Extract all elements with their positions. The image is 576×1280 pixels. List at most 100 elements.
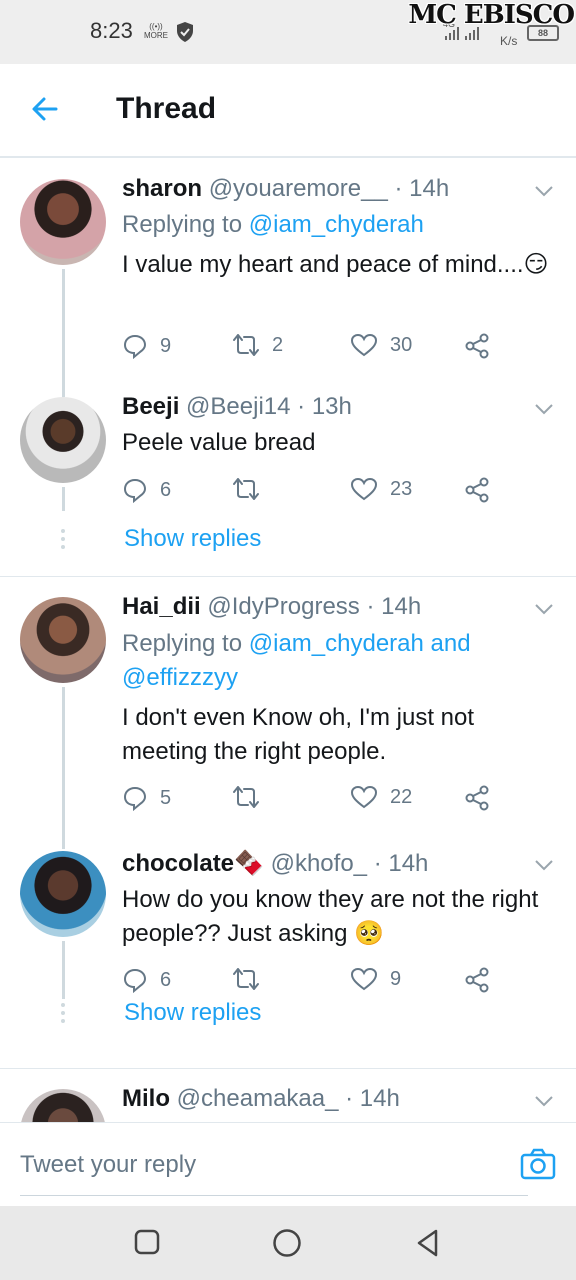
show-replies-link[interactable]: Show replies (124, 999, 261, 1027)
app-bar: Thread (0, 64, 576, 157)
avatar[interactable] (20, 597, 106, 683)
replying-to: Replying to @iam_chyderah and @effizzzyy (122, 627, 552, 695)
thread-dots (61, 1003, 65, 1027)
divider (0, 1068, 576, 1069)
status-time: 8:23 (90, 18, 133, 43)
share-button[interactable] (464, 333, 502, 359)
avatar[interactable] (20, 179, 106, 265)
tweet-time: · 14h (366, 593, 422, 620)
reply-icon (123, 968, 147, 993)
tweet-time: · 13h (297, 393, 352, 420)
author-name[interactable]: chocolate🍫 (122, 850, 264, 877)
avatar[interactable] (20, 397, 106, 483)
tweet-text: Peele value bread (122, 429, 316, 456)
tweet-header: Milo @cheamakaa_ · 14h (122, 1085, 400, 1113)
author-name[interactable]: sharon (122, 175, 202, 202)
like-icon (350, 967, 378, 991)
share-button[interactable] (464, 967, 502, 993)
system-nav-bar (0, 1206, 576, 1280)
thread-feed[interactable]: sharon @youaremore__ · 14h Replying to @… (0, 157, 576, 1122)
author-handle[interactable]: @cheamakaa_ (177, 1085, 339, 1112)
reply-input[interactable]: Tweet your reply (20, 1151, 196, 1179)
like-icon (350, 333, 378, 357)
hotspot-icon: ((•)) MORE (144, 22, 168, 40)
reply-button[interactable]: 6 (122, 477, 171, 503)
chevron-down-icon[interactable] (534, 184, 554, 198)
like-count: 23 (390, 477, 413, 500)
reply-button[interactable]: 5 (122, 785, 171, 811)
author-handle[interactable]: @youaremore__ (209, 175, 388, 202)
tweet-actions: 9 2 30 (122, 333, 502, 363)
avatar[interactable] (20, 1089, 106, 1122)
author-name[interactable]: Beeji (122, 393, 179, 420)
thread-line (62, 941, 65, 999)
reply-button[interactable]: 6 (122, 967, 171, 993)
retweet-button[interactable]: 2 (232, 333, 283, 357)
thread-dots (61, 529, 65, 553)
triangle-back-nav-icon[interactable] (414, 1228, 442, 1258)
reply-count: 9 (160, 334, 172, 357)
tweet-text: I don't even Know oh, I'm just not meeti… (122, 704, 475, 765)
retweet-icon (233, 786, 259, 808)
author-handle[interactable]: @khofo_ (271, 850, 367, 877)
show-replies-link[interactable]: Show replies (124, 525, 261, 553)
reply-composer[interactable]: Tweet your reply (0, 1122, 576, 1207)
tweet-actions: 6 23 (122, 477, 502, 507)
like-icon (350, 785, 378, 809)
replying-prefix: Replying to (122, 630, 249, 657)
share-icon (465, 477, 489, 503)
reply-button[interactable]: 9 (122, 333, 171, 359)
reply-icon (123, 478, 147, 503)
tweet-header: sharon @youaremore__ · 14h (122, 175, 449, 203)
reply-icon (123, 334, 147, 359)
square-nav-icon[interactable] (133, 1228, 161, 1256)
speed-unit: K/s (500, 34, 518, 48)
tweet-header: Beeji @Beeji14 · 13h (122, 393, 352, 421)
like-button[interactable]: 23 (350, 477, 412, 501)
share-button[interactable] (464, 477, 502, 503)
like-button[interactable]: 22 (350, 785, 412, 809)
replying-to: Replying to @iam_chyderah (122, 208, 424, 242)
tweet-time: · 14h (345, 1085, 400, 1112)
avatar[interactable] (20, 851, 106, 937)
watermark: MC EBISCO (408, 0, 575, 30)
tweet-text: How do you know they are not the right p… (122, 886, 539, 947)
mention-link[interactable]: @iam_chyderah and (249, 630, 471, 657)
chevron-down-icon[interactable] (534, 602, 554, 616)
reply-underline (20, 1195, 528, 1196)
retweet-icon (233, 968, 259, 990)
retweet-button[interactable] (232, 477, 272, 501)
thread-line (62, 687, 65, 849)
mention-link[interactable]: @iam_chyderah (249, 211, 424, 238)
share-icon (465, 333, 489, 359)
share-icon (465, 967, 489, 993)
retweet-button[interactable] (232, 785, 272, 809)
mention-link-2[interactable]: @effizzzyy (122, 664, 238, 691)
author-name[interactable]: Milo (122, 1085, 170, 1112)
like-button[interactable]: 9 (350, 967, 401, 991)
circle-nav-icon[interactable] (272, 1228, 302, 1258)
tweet-actions: 6 9 (122, 967, 502, 997)
camera-icon[interactable] (520, 1148, 556, 1180)
reply-count: 5 (160, 786, 172, 809)
chevron-down-icon[interactable] (534, 858, 554, 872)
retweet-count: 2 (272, 333, 284, 356)
author-name[interactable]: Hai_dii (122, 593, 201, 620)
thread-line (62, 269, 65, 397)
back-arrow-icon[interactable] (30, 94, 60, 124)
author-handle[interactable]: @Beeji14 (186, 393, 290, 420)
chevron-down-icon[interactable] (534, 1094, 554, 1108)
author-handle[interactable]: @IdyProgress (207, 593, 359, 620)
like-count: 22 (390, 785, 413, 808)
network-speed: K/s (500, 34, 517, 48)
retweet-button[interactable] (232, 967, 272, 991)
like-count: 30 (390, 333, 413, 356)
retweet-icon (233, 334, 259, 356)
tweet-header: Hai_dii @IdyProgress · 14h (122, 593, 421, 621)
share-button[interactable] (464, 785, 502, 811)
retweet-icon (233, 478, 259, 500)
share-icon (465, 785, 489, 811)
chevron-down-icon[interactable] (534, 402, 554, 416)
like-button[interactable]: 30 (350, 333, 412, 357)
reply-icon (123, 786, 147, 811)
